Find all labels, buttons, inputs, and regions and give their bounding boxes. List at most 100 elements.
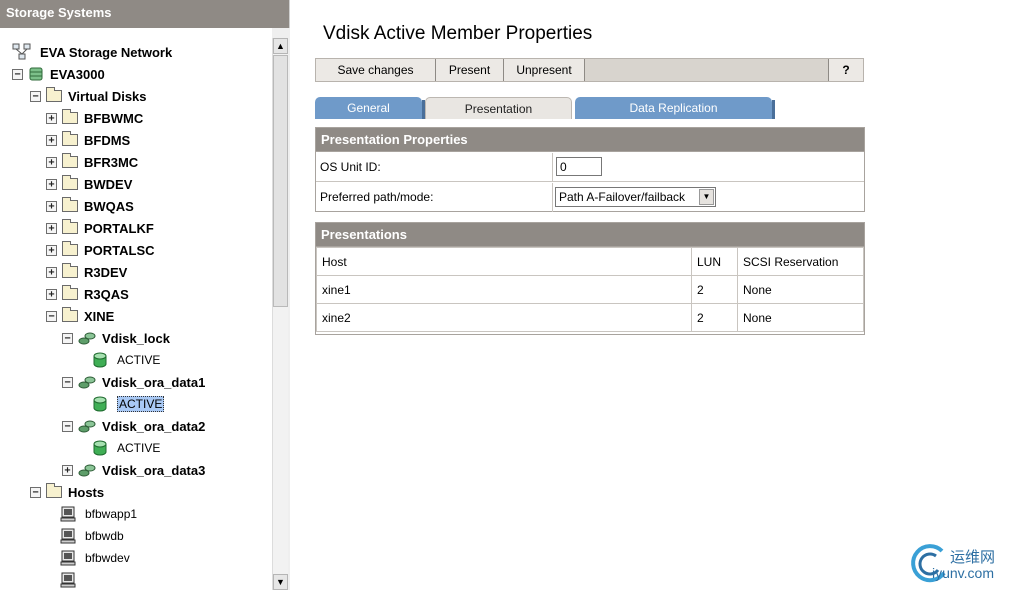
- folder-icon: [62, 219, 78, 234]
- cell-lun: 2: [691, 275, 738, 304]
- divider: [552, 183, 553, 212]
- section-header: Presentations: [316, 223, 864, 247]
- table-row: xine2 2 None: [316, 303, 864, 332]
- vdisk-icon: [78, 375, 96, 389]
- host-computer-icon: [60, 528, 76, 544]
- expand-icon[interactable]: +: [46, 178, 57, 190]
- os-unit-id-input[interactable]: [556, 157, 602, 176]
- vdisk-icon: [78, 419, 96, 433]
- tree-host-partial[interactable]: [60, 570, 82, 590]
- tree-label: ACTIVE: [117, 441, 161, 455]
- preferred-path-select[interactable]: Path A-Failover/failback ▼: [555, 187, 716, 207]
- vdisk-icon: [78, 463, 96, 477]
- tree-label: Virtual Disks: [68, 88, 147, 104]
- collapse-icon[interactable]: −: [62, 420, 73, 432]
- tab-presentation[interactable]: Presentation: [425, 97, 572, 119]
- present-button[interactable]: Present: [436, 59, 504, 81]
- tree-label: PORTALKF: [84, 220, 154, 236]
- select-value: Path A-Failover/failback: [559, 190, 686, 204]
- folder-icon: [62, 285, 78, 300]
- unpresent-button[interactable]: Unpresent: [504, 59, 585, 81]
- tab-data-replication[interactable]: Data Replication: [575, 97, 775, 119]
- open-folder-icon: [62, 307, 78, 322]
- scroll-thumb[interactable]: [273, 55, 288, 307]
- expand-icon[interactable]: +: [46, 156, 57, 168]
- storage-tree: EVA Storage Network − EVA3000 − Virtual …: [0, 28, 272, 590]
- tree-folder[interactable]: + PORTALKF: [46, 218, 154, 238]
- network-icon: [12, 43, 32, 61]
- tree-vdisk[interactable]: − Vdisk_ora_data1: [62, 372, 205, 392]
- tree-label: XINE: [84, 308, 115, 324]
- tree-node-network[interactable]: EVA Storage Network: [12, 42, 172, 62]
- tree-label: Vdisk_ora_data1: [102, 374, 206, 390]
- presentations-table: Host LUN SCSI Reservation xine1 2 None x…: [316, 247, 864, 332]
- tree-label: EVA3000: [50, 66, 105, 82]
- disk-member-icon: [92, 440, 108, 456]
- expand-icon[interactable]: +: [46, 288, 57, 300]
- tree-folder[interactable]: + R3QAS: [46, 284, 129, 304]
- tree-label: ACTIVE: [117, 396, 165, 412]
- page-title: Vdisk Active Member Properties: [323, 23, 593, 44]
- tab-general[interactable]: General: [315, 97, 425, 119]
- folder-icon: [62, 175, 78, 190]
- cell-scsi: None: [737, 303, 864, 332]
- section-header: Presentation Properties: [316, 128, 864, 152]
- host-computer-icon: [60, 550, 76, 566]
- tree-vdisk[interactable]: + Vdisk_ora_data3: [62, 460, 205, 480]
- folder-icon: [62, 109, 78, 124]
- scroll-down-arrow-icon[interactable]: ▼: [273, 574, 288, 590]
- tree-folder[interactable]: + BFR3MC: [46, 152, 138, 172]
- tree-node-system[interactable]: − EVA3000: [12, 64, 105, 84]
- expand-icon[interactable]: +: [46, 134, 57, 146]
- tree-label: PORTALSC: [84, 242, 155, 258]
- disk-member-icon: [92, 396, 108, 412]
- tree-label: BWQAS: [84, 198, 134, 214]
- chevron-down-icon[interactable]: ▼: [699, 189, 714, 205]
- tree-vdisk[interactable]: − Vdisk_lock: [62, 328, 170, 348]
- watermark-en: iyunv.com: [932, 565, 994, 581]
- tree-label: bfbwdev: [85, 551, 130, 565]
- storage-system-icon: [28, 66, 44, 82]
- tab-label: Presentation: [464, 102, 533, 116]
- disk-member-icon: [92, 352, 108, 368]
- tree-scrollbar[interactable]: ▲ ▼: [272, 38, 288, 590]
- tree-node-hosts[interactable]: − Hosts: [30, 482, 104, 502]
- tree-folder[interactable]: + BFBWMC: [46, 108, 143, 128]
- scroll-up-arrow-icon[interactable]: ▲: [273, 38, 288, 54]
- help-button[interactable]: ?: [828, 59, 863, 81]
- collapse-icon[interactable]: −: [62, 376, 73, 388]
- collapse-icon[interactable]: −: [46, 310, 57, 322]
- collapse-icon[interactable]: −: [30, 90, 41, 102]
- expand-icon[interactable]: +: [62, 464, 73, 476]
- collapse-icon[interactable]: −: [30, 486, 41, 498]
- expand-icon[interactable]: +: [46, 266, 57, 278]
- tree-host[interactable]: bfbwdev: [60, 548, 130, 568]
- folder-icon: [62, 263, 78, 278]
- save-changes-button[interactable]: Save changes: [316, 59, 436, 81]
- tree-active-member-selected[interactable]: ACTIVE: [92, 394, 165, 414]
- table-row: xine1 2 None: [316, 275, 864, 304]
- expand-icon[interactable]: +: [46, 222, 57, 234]
- tree-folder[interactable]: + BWDEV: [46, 174, 132, 194]
- tree-active-member[interactable]: ACTIVE: [92, 350, 160, 370]
- tree-vdisk[interactable]: − Vdisk_ora_data2: [62, 416, 205, 436]
- tree-folder[interactable]: + BWQAS: [46, 196, 134, 216]
- tree-host[interactable]: bfbwdb: [60, 526, 124, 546]
- expand-icon[interactable]: +: [46, 112, 57, 124]
- expand-icon[interactable]: +: [46, 244, 57, 256]
- tree-folder[interactable]: − XINE: [46, 306, 114, 326]
- tree-node-virtual-disks[interactable]: − Virtual Disks: [30, 86, 147, 106]
- tree-folder[interactable]: + BFDMS: [46, 130, 130, 150]
- tree-active-member[interactable]: ACTIVE: [92, 438, 160, 458]
- tree-label: Vdisk_ora_data3: [102, 462, 206, 478]
- column-header-host: Host: [316, 247, 692, 276]
- tree-folder[interactable]: + PORTALSC: [46, 240, 155, 260]
- tree-host[interactable]: bfbwapp1: [60, 504, 137, 524]
- expand-icon[interactable]: +: [46, 200, 57, 212]
- cell-lun: 2: [691, 303, 738, 332]
- tree-folder[interactable]: + R3DEV: [46, 262, 127, 282]
- collapse-icon[interactable]: −: [62, 332, 73, 344]
- column-header-scsi: SCSI Reservation: [737, 247, 864, 276]
- collapse-icon[interactable]: −: [12, 68, 23, 80]
